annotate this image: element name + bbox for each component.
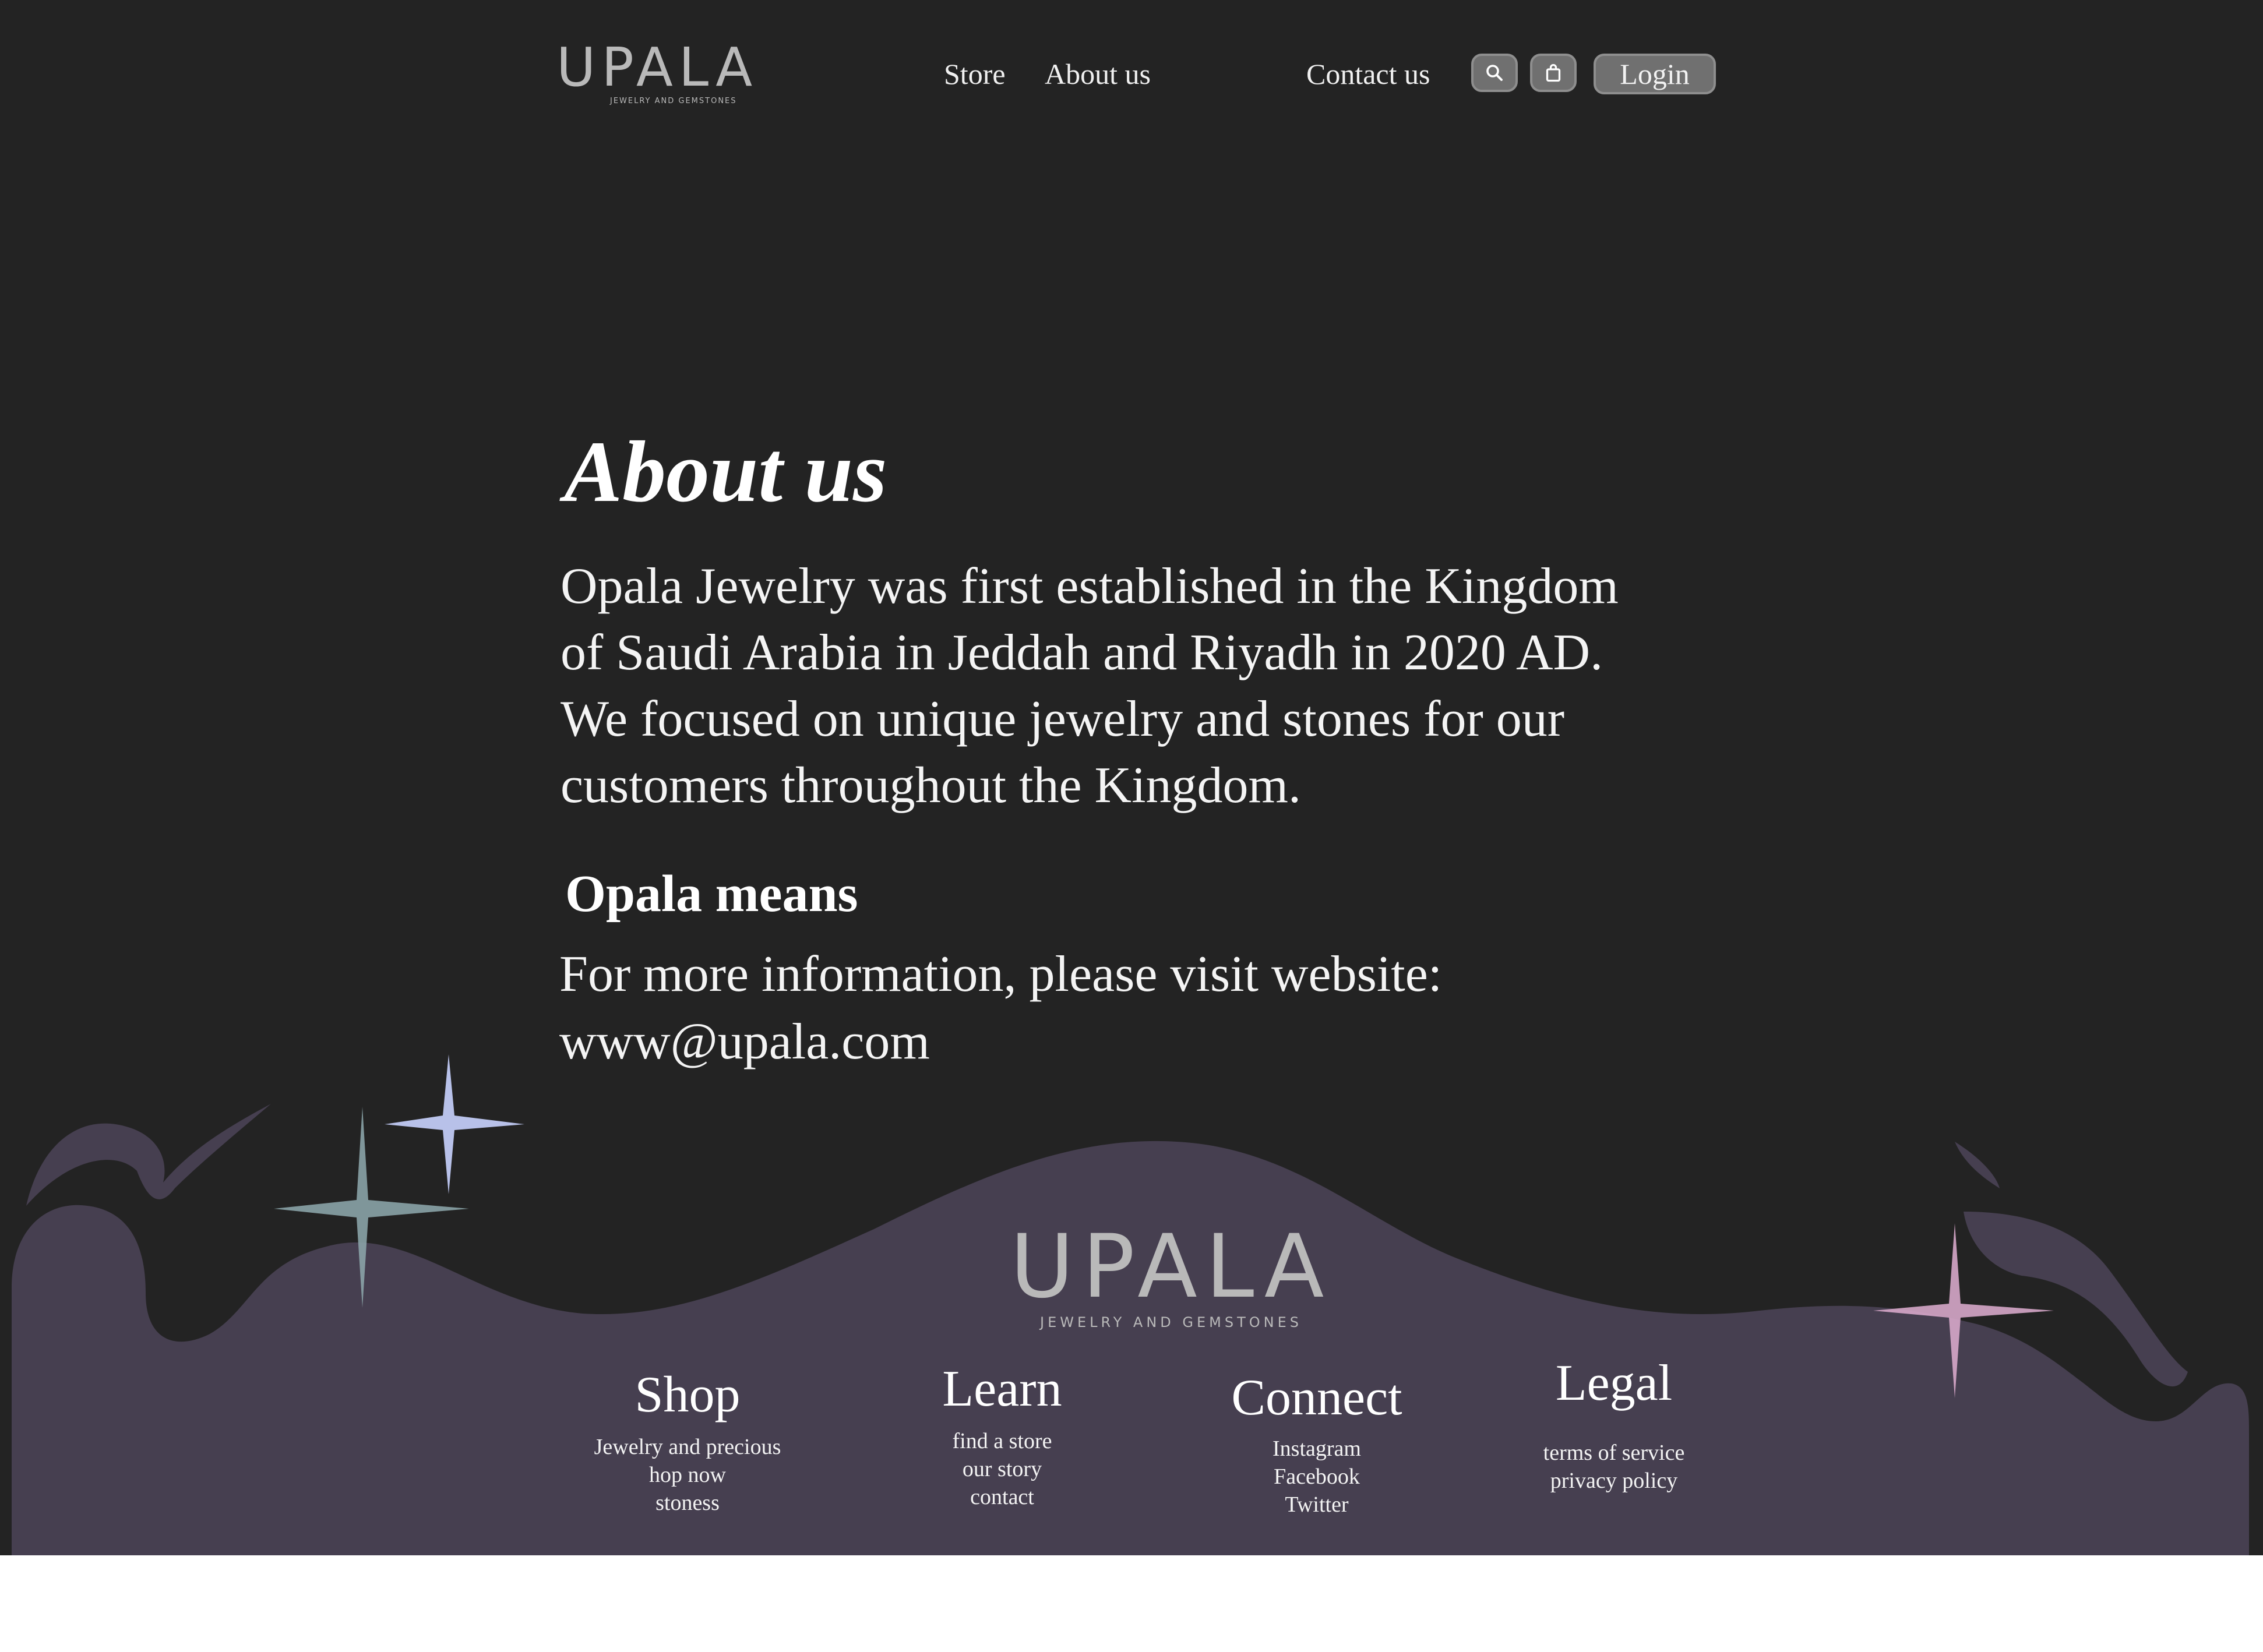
sparkle-icon (385, 1054, 524, 1194)
footer-link[interactable]: terms of service (1509, 1439, 1719, 1467)
page-title: About us (564, 423, 887, 520)
footer-link[interactable]: Twitter (1212, 1491, 1422, 1519)
intro-line: of Saudi Arabia in Jeddah and Riyadh in … (561, 624, 1603, 681)
about-page: UPALA JEWELRY AND GEMSTONES Store About … (0, 0, 2263, 1555)
footer-link[interactable]: privacy policy (1509, 1467, 1719, 1495)
footer-column-legal: Legal terms of service privacy policy (1509, 1351, 1719, 1495)
section-heading: Opala means (565, 865, 858, 923)
right-brush-stroke (1955, 1142, 2000, 1188)
footer-column-shop: Shop Jewelry and precious hop now stones… (583, 1363, 792, 1517)
footer-link[interactable]: Instagram (1212, 1435, 1422, 1463)
footer-link[interactable]: our story (897, 1455, 1107, 1483)
logo-wordmark: UPALA (556, 36, 759, 98)
intro-line: customers throughout the Kingdom. (561, 757, 1301, 814)
logo-tagline: JEWELRY AND GEMSTONES (610, 97, 737, 105)
cart-button[interactable] (1530, 54, 1577, 92)
footer-link[interactable]: find a store (897, 1427, 1107, 1455)
header-logo[interactable]: UPALA JEWELRY AND GEMSTONES (556, 36, 759, 106)
footer-link[interactable]: hop now (583, 1461, 792, 1489)
search-icon (1486, 65, 1503, 81)
footer-column-title: Connect (1231, 1369, 1402, 1426)
nav-about[interactable]: About us (1045, 54, 1151, 94)
footer-column-title: Learn (942, 1361, 1062, 1417)
footer-column-title: Shop (635, 1367, 741, 1423)
logo-tagline: JEWELRY AND GEMSTONES (1039, 1314, 1303, 1330)
more-info: For more information, please visit websi… (559, 941, 1725, 1076)
footer-logo[interactable]: UPALA JEWELRY AND GEMSTONES (1008, 1216, 1334, 1330)
footer-link[interactable]: Jewelry and precious (583, 1433, 792, 1461)
logo-wordmark: UPALA (1010, 1216, 1333, 1318)
footer-column-title: Legal (1555, 1355, 1673, 1411)
nav-store[interactable]: Store (944, 54, 1006, 94)
nav-contact[interactable]: Contact us (1306, 54, 1430, 94)
intro-line: We focused on unique jewelry and stones … (561, 691, 1565, 747)
about-intro: Opala Jewelry was first established in t… (561, 553, 1726, 819)
intro-line: Opala Jewelry was first established in t… (561, 558, 1619, 615)
footer-column-connect: Connect Instagram Facebook Twitter (1212, 1366, 1422, 1519)
shopping-bag-icon (1546, 63, 1561, 82)
login-button[interactable]: Login (1594, 54, 1716, 94)
more-info-text: For more information, please visit websi… (559, 946, 1443, 1003)
left-brush-stroke (26, 1104, 271, 1206)
footer-link[interactable]: stoness (583, 1489, 792, 1517)
search-button[interactable] (1471, 54, 1518, 92)
footer-column-learn: Learn find a store our story contact (897, 1357, 1107, 1511)
footer-link[interactable]: Facebook (1212, 1463, 1422, 1491)
footer-link[interactable]: contact (897, 1483, 1107, 1511)
website-link[interactable]: www@upala.com (559, 1014, 930, 1070)
